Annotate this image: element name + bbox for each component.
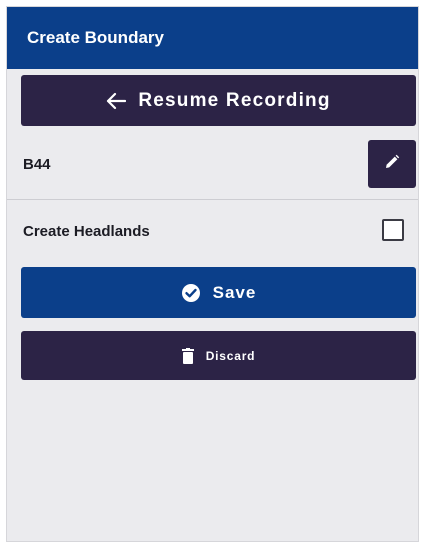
resume-recording-button[interactable]: Resume Recording [21,75,416,126]
pencil-icon [384,154,400,175]
boundary-name: B44 [23,155,51,173]
save-label: Save [212,282,257,302]
create-headlands-checkbox[interactable] [382,219,404,241]
create-headlands-row[interactable]: Create Headlands [7,203,418,259]
arrow-left-icon [106,92,127,110]
save-button[interactable]: Save [21,267,416,318]
create-headlands-label: Create Headlands [23,222,150,240]
create-boundary-panel: Create Boundary Resume Recording B44 Cre… [6,6,419,542]
check-circle-icon [181,283,201,303]
discard-button[interactable]: Discard [21,331,416,380]
panel-header: Create Boundary [7,7,418,69]
edit-name-button[interactable] [368,140,416,188]
divider [7,199,418,200]
resume-recording-label: Resume Recording [138,89,331,111]
trash-icon [181,347,194,364]
discard-label: Discard [205,348,256,363]
boundary-name-row: B44 [7,135,418,193]
page-title: Create Boundary [27,28,164,47]
